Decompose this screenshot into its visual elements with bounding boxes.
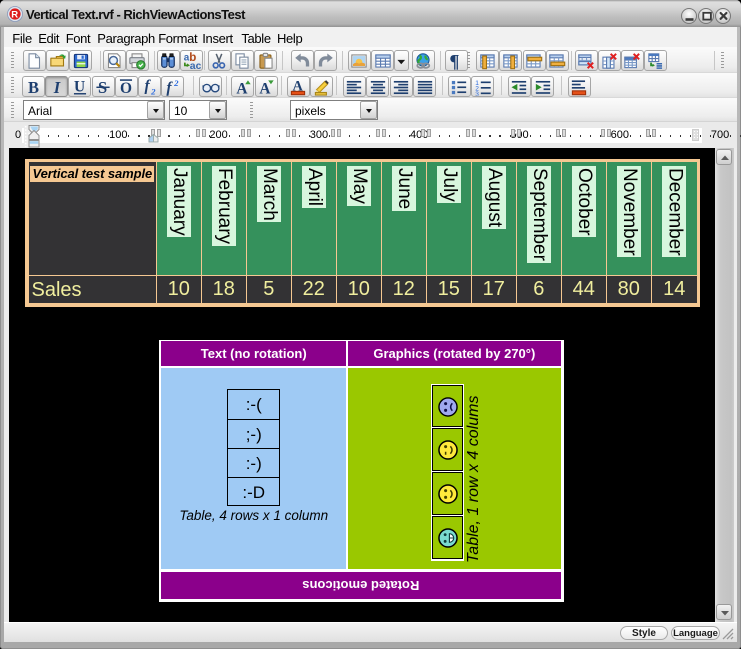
svg-text:U: U bbox=[74, 78, 85, 95]
svg-text:I: I bbox=[52, 78, 60, 96]
svg-text:B: B bbox=[27, 78, 38, 96]
svg-text:2: 2 bbox=[150, 86, 156, 95]
svg-text:ac: ac bbox=[189, 61, 200, 70]
svg-text:A: A bbox=[259, 80, 270, 95]
svg-text:f: f bbox=[166, 79, 173, 95]
svg-text:2: 2 bbox=[173, 78, 179, 88]
svg-text:3: 3 bbox=[475, 90, 479, 95]
svg-text:¶: ¶ bbox=[450, 52, 460, 70]
svg-text:R: R bbox=[11, 10, 18, 21]
svg-text:f: f bbox=[144, 78, 151, 94]
svg-text:A: A bbox=[236, 80, 247, 95]
svg-text:S: S bbox=[98, 78, 107, 96]
svg-text:O: O bbox=[120, 80, 132, 96]
